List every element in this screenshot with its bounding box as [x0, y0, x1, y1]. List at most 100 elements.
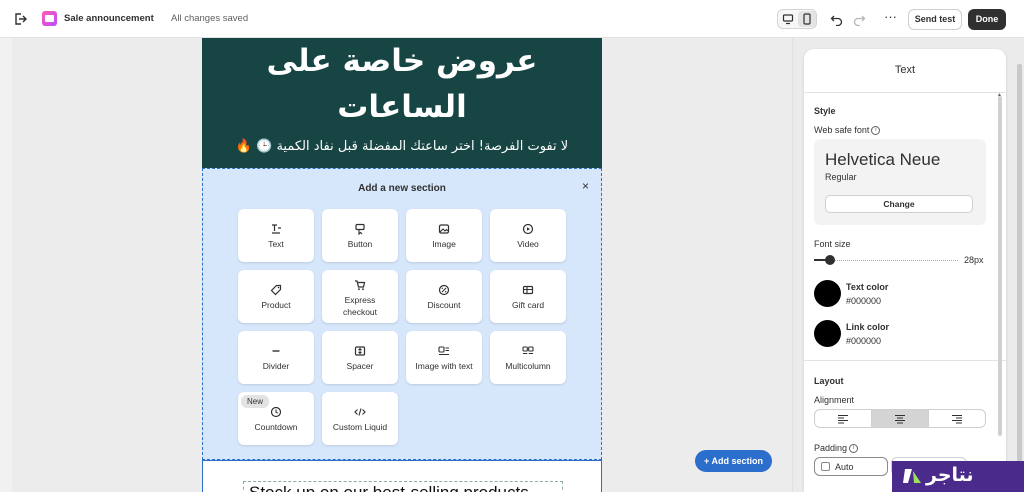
section-tile-label: Multicolumn	[505, 361, 551, 371]
font-style: Regular	[825, 172, 857, 182]
font-size-slider-track[interactable]	[816, 260, 958, 261]
image-icon	[438, 224, 450, 234]
add-section-title: Add a new section	[358, 183, 446, 194]
section-tile-label: Video	[517, 239, 539, 249]
text-icon	[272, 224, 281, 234]
add-section-picker: Add a new section × Text Button Image Vi…	[202, 168, 602, 460]
save-status: All changes saved	[171, 13, 249, 24]
section-tile-express-checkout[interactable]: Express checkout	[322, 270, 398, 323]
more-actions-button[interactable]: ···	[884, 9, 897, 24]
page-scrollbar[interactable]	[1017, 64, 1022, 464]
section-tile-label: Gift card	[511, 300, 545, 310]
tag-icon	[270, 284, 282, 296]
email-preview: عروض خاصة على الساعات لا تفوت الفرصة! اخ…	[202, 38, 602, 492]
section-tile-multicolumn[interactable]: Multicolumn	[490, 331, 566, 384]
padding-label: Padding i	[814, 443, 859, 454]
section-tile-text[interactable]: Text	[238, 209, 314, 262]
link-color-swatch[interactable]	[814, 320, 841, 347]
padding-auto-option[interactable]: Auto	[814, 457, 888, 476]
section-tile-product[interactable]: Product	[238, 270, 314, 323]
email-app-icon	[42, 11, 57, 26]
align-left-button[interactable]	[815, 410, 872, 427]
redo-icon[interactable]	[852, 12, 866, 26]
alignment-label: Alignment	[814, 395, 855, 405]
section-tile-label: Express checkout	[342, 295, 378, 317]
section-tile-countdown[interactable]: New Countdown	[238, 392, 314, 445]
section-tile-image-with-text[interactable]: Image with text	[406, 331, 482, 384]
font-size-slider-thumb[interactable]	[825, 255, 835, 265]
spacer-icon	[354, 346, 366, 356]
watermark-text: نتاجر	[926, 464, 974, 486]
close-icon[interactable]: ×	[582, 179, 589, 193]
discount-icon	[438, 284, 450, 296]
padding-icon	[821, 462, 830, 471]
align-center-icon	[895, 414, 905, 423]
text-color-label: Text color	[846, 282, 889, 292]
align-left-icon	[838, 414, 848, 423]
email-title[interactable]: Sale announcement	[64, 13, 154, 24]
align-center-button[interactable]	[872, 410, 929, 427]
code-icon	[354, 408, 366, 416]
new-badge: New	[241, 395, 270, 408]
section-tile-discount[interactable]: Discount	[406, 270, 482, 323]
cart-icon	[355, 280, 366, 291]
layout-heading: Layout	[814, 376, 844, 386]
web-safe-font-label-text: Web safe font	[814, 125, 870, 135]
section-tile-label: Divider	[262, 361, 290, 371]
section-tile-spacer[interactable]: Spacer	[322, 331, 398, 384]
section-divider	[804, 360, 1006, 361]
multicolumn-icon	[522, 346, 534, 355]
section-tile-label: Spacer	[346, 361, 374, 371]
section-tile-label: Product	[261, 300, 291, 310]
section-tile-divider[interactable]: Divider	[238, 331, 314, 384]
font-name: Helvetica Neue	[825, 150, 941, 169]
section-tile-video[interactable]: Video	[490, 209, 566, 262]
text-color-swatch[interactable]	[814, 280, 841, 307]
desktop-icon	[782, 14, 794, 25]
padding-label-text: Padding	[814, 443, 848, 453]
add-section-button[interactable]: + Add section	[695, 450, 772, 472]
section-tile-label: Image with text	[415, 361, 473, 371]
text-color-value[interactable]: #000000	[846, 296, 881, 306]
section-tile-label: Countdown	[254, 422, 298, 432]
hero-section[interactable]: عروض خاصة على الساعات لا تفوت الفرصة! اخ…	[202, 38, 602, 168]
change-font-button[interactable]: Change	[825, 195, 973, 213]
hero-title[interactable]: عروض خاصة على الساعات	[222, 38, 582, 130]
section-tile-label: Text	[268, 239, 284, 249]
section-tile-image[interactable]: Image	[406, 209, 482, 262]
padding-value: Auto	[835, 462, 854, 472]
mobile-preview-button[interactable]	[798, 11, 816, 27]
section-heading[interactable]: Stock up on our best-selling products	[243, 481, 563, 492]
section-tile-label: Discount	[427, 300, 461, 310]
info-icon[interactable]: i	[849, 444, 859, 454]
section-tile-label: Custom Liquid	[332, 422, 388, 432]
panel-title: Text	[804, 49, 1006, 93]
desktop-preview-button[interactable]	[779, 11, 797, 27]
top-bar: Sale announcement All changes saved ··· …	[0, 0, 1024, 38]
exit-icon[interactable]	[12, 11, 28, 27]
send-test-button[interactable]: Send test	[908, 9, 962, 30]
divider-icon	[272, 350, 280, 352]
clock-icon	[270, 406, 282, 418]
font-size-label: Font size	[814, 239, 851, 249]
undo-icon[interactable]	[830, 12, 844, 26]
align-right-button[interactable]	[929, 410, 985, 427]
button-icon	[355, 223, 365, 235]
align-right-icon	[952, 414, 962, 423]
image-with-text-icon	[438, 346, 449, 356]
link-color-value[interactable]: #000000	[846, 336, 881, 346]
section-tile-custom-liquid[interactable]: Custom Liquid	[322, 392, 398, 445]
panel-scrollbar[interactable]	[998, 96, 1002, 436]
section-tile-label: Image	[432, 239, 456, 249]
section-tile-label: Button	[347, 239, 373, 249]
watermark-mark-icon	[903, 469, 921, 483]
hero-subtitle[interactable]: لا تفوت الفرصة! اختر ساعتك المفضلة قبل ن…	[212, 139, 592, 154]
info-icon[interactable]: i	[871, 126, 881, 136]
section-tile-gift-card[interactable]: Gift card	[490, 270, 566, 323]
done-button[interactable]: Done	[968, 9, 1006, 30]
section-tile-button[interactable]: Button	[322, 209, 398, 262]
text-settings-panel: Text Style Web safe font i Helvetica Neue…	[804, 49, 1006, 492]
text-section[interactable]: Stock up on our best-selling products	[202, 460, 602, 492]
font-picker-card: Helvetica Neue Regular Change	[814, 139, 986, 225]
style-heading: Style	[814, 106, 836, 116]
